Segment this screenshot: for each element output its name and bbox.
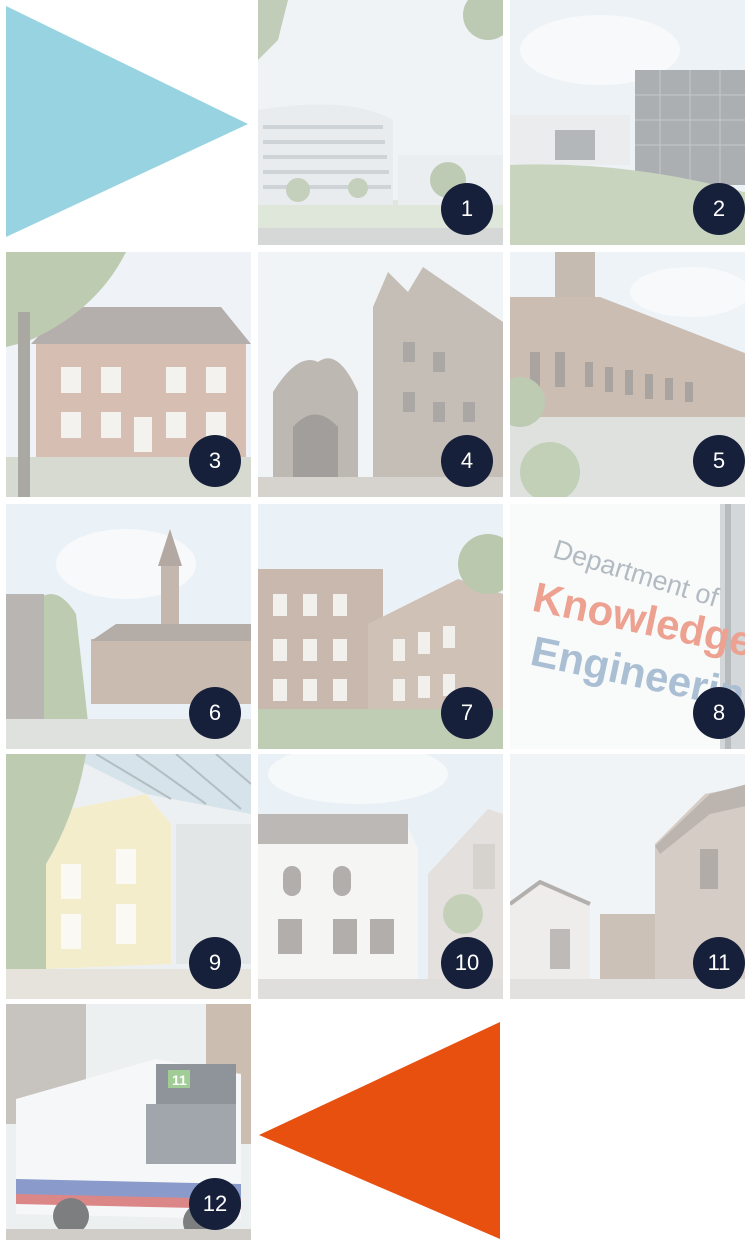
tile-number-badge: 8 (693, 687, 745, 739)
photo-tile-10[interactable]: 10 (258, 754, 503, 999)
photo-tile-2[interactable]: 2 (510, 0, 745, 245)
triangle-left-icon (259, 1022, 500, 1239)
photo-tile-9[interactable]: 9 (6, 754, 251, 999)
photo-tile-4[interactable]: 4 (258, 252, 503, 497)
photo-tile-11[interactable]: 11 (510, 754, 745, 999)
tile-number-badge: 6 (189, 687, 241, 739)
tile-number-badge: 9 (189, 937, 241, 989)
photo-tile-8[interactable]: Department of Knowledge Engineering 8 (510, 504, 745, 749)
photo-tile-5[interactable]: 5 (510, 252, 745, 497)
tile-number-badge: 2 (693, 183, 745, 235)
tile-number-badge: 4 (441, 435, 493, 487)
tile-number-badge: 1 (441, 183, 493, 235)
triangle-right-icon (6, 6, 248, 237)
tile-number-badge: 3 (189, 435, 241, 487)
tile-number-badge: 11 (693, 937, 745, 989)
photo-tile-7[interactable]: 7 (258, 504, 503, 749)
photo-tile-6[interactable]: 6 (6, 504, 251, 749)
tile-number-badge: 7 (441, 687, 493, 739)
photo-tile-3[interactable]: 3 (6, 252, 251, 497)
tile-number-badge: 12 (189, 1178, 241, 1230)
tile-number-badge: 5 (693, 435, 745, 487)
photo-tile-1[interactable]: 1 (258, 0, 503, 245)
tile-number-badge: 10 (441, 937, 493, 989)
photo-tile-12[interactable]: 11 12 (6, 1004, 251, 1240)
